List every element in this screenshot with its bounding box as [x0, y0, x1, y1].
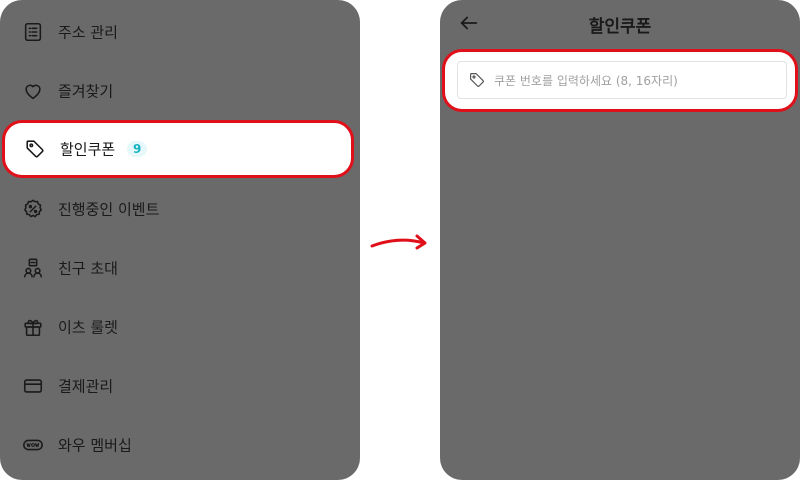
menu-item-label: 주소 관리: [58, 23, 118, 41]
menu-item-events[interactable]: 진행중인 이벤트: [0, 179, 360, 238]
menu-item-label: 친구 초대: [58, 259, 118, 277]
coupon-screen: 할인쿠폰: [440, 0, 800, 480]
menu-panel: 주소 관리 즐겨찾기 할인쿠폰 9 진행중인 이벤트 친구 초대 이츠 룰렛 결…: [0, 0, 360, 480]
menu-item-wow-membership[interactable]: 와우 멤버십: [0, 415, 360, 474]
friends-icon: [21, 256, 45, 280]
menu-item-invite-friends[interactable]: 친구 초대: [0, 238, 360, 297]
menu-item-favorites[interactable]: 즐겨찾기: [0, 61, 360, 120]
coupon-code-input[interactable]: [492, 62, 786, 100]
menu-item-coupons[interactable]: 할인쿠폰 9: [2, 120, 354, 178]
coupon-input-container[interactable]: [457, 61, 787, 100]
coupon-input-section: [442, 49, 798, 112]
menu-item-roulette[interactable]: 이츠 룰렛: [0, 297, 360, 356]
coupon-count-badge: 9: [127, 141, 148, 157]
wow-icon: [21, 433, 45, 457]
menu-item-label: 진행중인 이벤트: [58, 200, 160, 218]
card-icon: [21, 374, 45, 398]
menu-item-label: 이츠 룰렛: [58, 318, 118, 336]
menu-item-payment[interactable]: 결제관리: [0, 356, 360, 415]
app-header: 할인쿠폰: [440, 0, 800, 46]
menu-item-label: 할인쿠폰: [60, 140, 116, 159]
menu-item-label: 결제관리: [58, 377, 114, 395]
percent-badge-icon: [21, 197, 45, 221]
gift-icon: [21, 315, 45, 339]
menu-item-label: 즐겨찾기: [58, 82, 114, 100]
address-list-icon: [21, 20, 45, 44]
page-title: 할인쿠폰: [588, 17, 652, 37]
transition-arrow-icon: [370, 234, 427, 250]
menu-item-address[interactable]: 주소 관리: [0, 2, 360, 61]
tag-icon: [468, 71, 486, 89]
tag-icon: [23, 137, 47, 161]
menu-item-label: 와우 멤버십: [58, 436, 132, 454]
heart-icon: [21, 79, 45, 103]
